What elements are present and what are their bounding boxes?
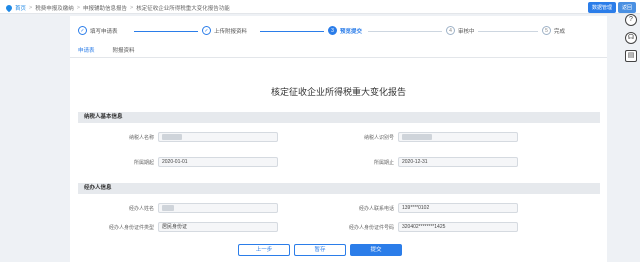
check-icon: ✓ bbox=[202, 26, 211, 35]
page-title: 核定征收企业所得税重大变化报告 bbox=[270, 87, 406, 97]
main-panel: ✓ 填写申请表 ✓ 上传附报资料 3 预览提交 4 审核中 5 完成 申请表 附… bbox=[70, 16, 607, 262]
check-icon: ✓ bbox=[78, 26, 87, 35]
breadcrumb-item-aux-report[interactable]: 申报辅助信息报告 bbox=[83, 4, 127, 12]
save-draft-button[interactable]: 暂存 bbox=[294, 244, 346, 256]
prev-step-button[interactable]: 上一步 bbox=[238, 244, 290, 256]
step-fill-form: ✓ 填写申请表 bbox=[78, 26, 118, 35]
agent-phone-label: 经办人联系电话 bbox=[358, 205, 394, 212]
agent-id-type-label: 经办人身份证件类型 bbox=[108, 224, 154, 231]
field-period-end: 所属期止 2020-12-31 bbox=[320, 157, 518, 167]
step-complete: 5 完成 bbox=[542, 26, 565, 35]
field-period-start: 所属期起 2020-01-01 bbox=[84, 157, 278, 167]
step-connector bbox=[134, 31, 198, 32]
breadcrumb-item-tax-filing[interactable]: 税费申报及缴纳 bbox=[35, 4, 74, 12]
redacted-value bbox=[402, 133, 432, 140]
step-label: 预览提交 bbox=[340, 28, 363, 35]
headset-icon[interactable]: ☊ bbox=[625, 32, 637, 44]
step-label: 完成 bbox=[554, 28, 566, 35]
top-bar: 首页 > 税费申报及缴纳 > 申报辅助信息报告 > 核定征收企业所得税重大变化报… bbox=[0, 0, 640, 14]
breadcrumb-item-current: 核定征收企业所得税重大变化报告功能 bbox=[136, 6, 230, 12]
agent-phone-input[interactable]: 139****0102 bbox=[398, 203, 518, 213]
section-agent-info: 经办人信息 bbox=[78, 183, 600, 194]
taxpayer-name-input[interactable] bbox=[158, 132, 278, 142]
section-taxpayer-info: 纳税人基本信息 bbox=[78, 112, 600, 123]
period-end-input[interactable]: 2020-12-31 bbox=[398, 157, 518, 167]
back-button[interactable]: 返回 bbox=[617, 2, 636, 13]
step-label: 审核中 bbox=[458, 28, 475, 35]
field-taxpayer-id: 纳税人识别号 bbox=[320, 132, 518, 142]
step-connector bbox=[260, 31, 324, 32]
location-icon bbox=[4, 3, 14, 13]
progress-steps: ✓ 填写申请表 ✓ 上传附报资料 3 预览提交 4 审核中 5 完成 bbox=[78, 26, 598, 40]
field-agent-phone: 经办人联系电话 139****0102 bbox=[320, 203, 518, 213]
step-number: 3 bbox=[328, 26, 337, 35]
step-preview-submit: 3 预览提交 bbox=[328, 26, 362, 35]
action-buttons: 上一步 暂存 提交 bbox=[238, 244, 402, 256]
step-number: 5 bbox=[542, 26, 551, 35]
submit-button[interactable]: 提交 bbox=[350, 244, 402, 256]
period-start-label: 所属期起 bbox=[133, 159, 154, 166]
step-upload: ✓ 上传附报资料 bbox=[202, 26, 247, 35]
redacted-value bbox=[162, 204, 174, 211]
right-toolbar: ? ☊ ▤ bbox=[624, 14, 638, 62]
agent-id-type-input[interactable]: 居民身份证 bbox=[158, 222, 278, 232]
data-manage-button[interactable]: 数据管理 bbox=[587, 2, 616, 13]
step-label: 上传附报资料 bbox=[214, 28, 248, 35]
step-number: 4 bbox=[446, 26, 455, 35]
step-connector bbox=[478, 31, 538, 32]
breadcrumb-separator: > bbox=[29, 5, 33, 11]
agent-name-input[interactable] bbox=[158, 203, 278, 213]
period-end-label: 所属期止 bbox=[373, 159, 394, 166]
period-start-input[interactable]: 2020-01-01 bbox=[158, 157, 278, 167]
breadcrumb: 首页 > 税费申报及缴纳 > 申报辅助信息报告 > 核定征收企业所得税重大变化报… bbox=[4, 3, 230, 13]
agent-name-label: 经办人姓名 bbox=[128, 205, 154, 212]
step-reviewing: 4 审核中 bbox=[446, 26, 475, 35]
field-taxpayer-name: 纳税人名称 bbox=[84, 132, 278, 142]
agent-id-number-input[interactable]: 320402********1425 bbox=[398, 222, 518, 232]
taxpayer-id-label: 纳税人识别号 bbox=[363, 134, 394, 141]
step-label: 填写申请表 bbox=[90, 28, 118, 35]
help-icon[interactable]: ? bbox=[625, 14, 637, 26]
redacted-value bbox=[162, 133, 182, 140]
agent-id-number-label: 经办人身份证件号码 bbox=[348, 224, 394, 231]
breadcrumb-separator: > bbox=[76, 5, 80, 11]
breadcrumb-home[interactable]: 首页 bbox=[15, 4, 26, 12]
taxpayer-name-label: 纳税人名称 bbox=[128, 134, 154, 141]
divider bbox=[70, 57, 607, 58]
field-agent-id-number: 经办人身份证件号码 320402********1425 bbox=[320, 222, 518, 232]
field-agent-name: 经办人姓名 bbox=[84, 203, 278, 213]
taxpayer-id-input[interactable] bbox=[398, 132, 518, 142]
save-icon[interactable]: ▤ bbox=[625, 50, 637, 62]
breadcrumb-separator: > bbox=[129, 5, 134, 11]
field-agent-id-type: 经办人身份证件类型 居民身份证 bbox=[84, 222, 278, 232]
step-connector bbox=[368, 31, 442, 32]
